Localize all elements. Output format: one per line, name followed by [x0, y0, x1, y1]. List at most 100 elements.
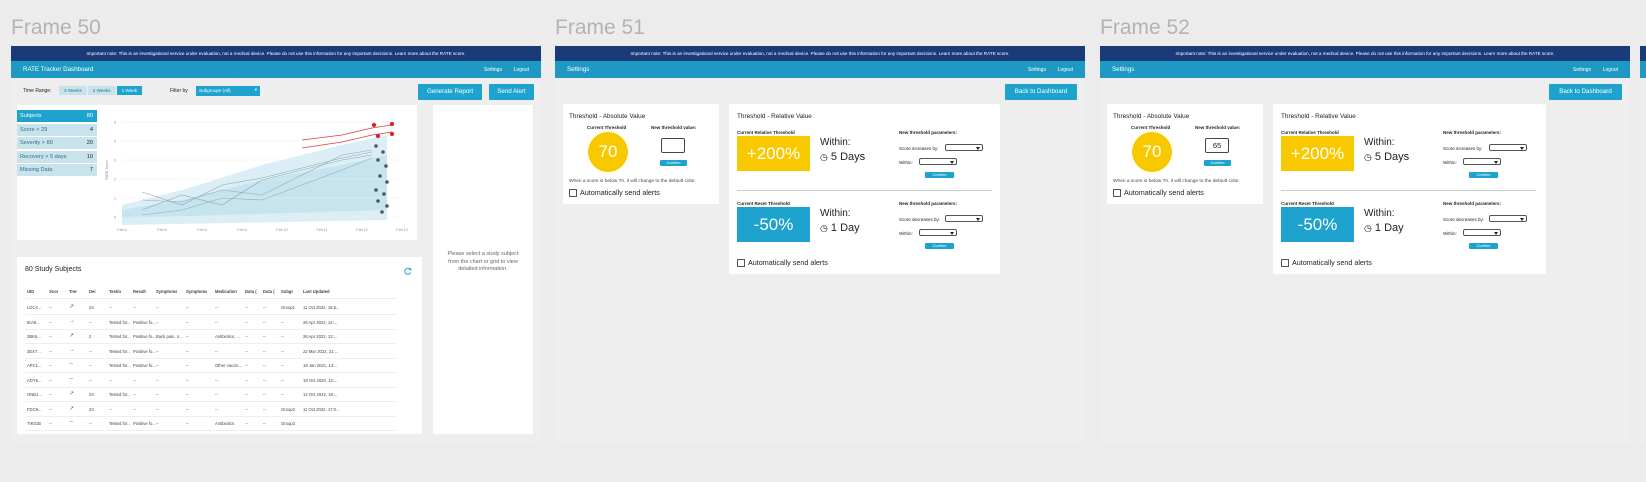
table-cell: --	[263, 392, 266, 397]
score-decreases-select[interactable]	[945, 215, 983, 222]
table-cell: --	[245, 406, 248, 412]
table-row[interactable]: APC1... -- -- -- Tested for... Positive fo...…	[25, 359, 397, 373]
column-header[interactable]: Result	[133, 289, 146, 294]
column-header[interactable]: Data (	[263, 289, 275, 294]
table-cell: --	[49, 305, 52, 310]
reset-within-select[interactable]	[919, 229, 957, 236]
checkbox-icon[interactable]	[737, 259, 745, 268]
table-row[interactable]: 3BK6... -- ↗ 2 Tested for... Positive fo... Ba…	[25, 330, 397, 344]
score-decreases-select[interactable]	[1489, 215, 1527, 222]
auto-alerts-checkbox[interactable]: Automatically send alerts	[1281, 258, 1372, 268]
column-header[interactable]: Symptoms	[186, 289, 207, 294]
sidebar-item[interactable]: Subjects 80	[17, 110, 97, 123]
score-increases-select[interactable]	[1489, 144, 1527, 151]
filter-select[interactable]: Subgroups (All) ▾	[196, 86, 260, 96]
table-cell: --	[215, 319, 218, 325]
table-cell: --	[281, 334, 284, 339]
score-increases-select[interactable]	[945, 144, 983, 151]
sidebar-item[interactable]: Severity > 80 20	[17, 137, 97, 150]
send-alert-button[interactable]: Send Alert	[489, 84, 534, 100]
logout-link[interactable]: Logout	[1603, 67, 1618, 73]
checkbox-icon[interactable]	[1281, 259, 1289, 268]
table-cell: --	[186, 377, 189, 383]
checkbox-icon[interactable]	[1113, 189, 1121, 198]
data-point	[378, 174, 382, 178]
rel-within-select[interactable]	[1463, 158, 1501, 165]
range-1-week[interactable]: 1 Week	[116, 86, 143, 95]
confirm-button[interactable]: Confirm	[1204, 160, 1231, 166]
table-row[interactable]: LDC4... -- ↗ 23 -- -- -- -- -- -- -- Group1 11 Oct 2…	[25, 301, 397, 315]
table-cell: --	[49, 363, 52, 368]
table-cell: --	[263, 305, 266, 310]
column-header[interactable]: Last Updated	[303, 289, 330, 294]
confirm-button[interactable]: Confirm	[660, 160, 687, 166]
table-row[interactable]: ADY5... -- -- -- -- -- -- -- -- -- -- -- 19 Oct 2020…	[25, 374, 397, 388]
auto-alerts-checkbox[interactable]: Automatically send alerts	[1113, 188, 1204, 198]
app-bar-edge	[1640, 61, 1646, 78]
app-title: Settings	[1112, 66, 1135, 73]
back-to-dashboard-button[interactable]: Back to Dashboard	[1549, 84, 1622, 100]
rel-confirm-button[interactable]: Confirm	[925, 172, 954, 178]
range-2-weeks[interactable]: 2 Weeks	[87, 86, 116, 95]
table-cell: --	[156, 319, 159, 325]
sidebar-item-label: Missing Data	[20, 167, 53, 173]
rel-value-box: +200%	[737, 136, 810, 171]
settings-link[interactable]: Settings	[484, 67, 502, 73]
settings-link[interactable]: Settings	[1028, 67, 1046, 73]
sidebar-item[interactable]: Recovery > 5 days 10	[17, 150, 97, 164]
table-cell: →	[69, 317, 75, 324]
column-header[interactable]: Subgr	[281, 289, 293, 294]
table-cell: --	[245, 392, 248, 397]
table-cell: --	[49, 319, 52, 325]
column-header[interactable]: Data (	[245, 289, 257, 294]
current-threshold-circle: 70	[1132, 132, 1172, 172]
y-tick-label: 5	[114, 121, 116, 125]
table-row[interactable]: ONB1... -- ↗ 23 Tested for... -- -- -- -- -- -- -- 1…	[25, 388, 397, 402]
column-header[interactable]: Testin	[109, 289, 121, 294]
auto-alerts-checkbox[interactable]: Automatically send alerts	[569, 188, 660, 198]
logout-link[interactable]: Logout	[514, 67, 529, 73]
column-header[interactable]: UID	[27, 289, 34, 294]
table-cell: 26 Apr 2022, 13:...	[303, 334, 338, 339]
table-cell: 23	[89, 305, 94, 310]
rel-confirm-button[interactable]: Confirm	[1469, 172, 1498, 178]
sidebar-item[interactable]: Score > 29 4	[17, 123, 97, 137]
table-row[interactable]: IEA8... -- → -- Tested for... Positive fo... -…	[25, 316, 397, 330]
range-3-weeks[interactable]: 3 Weeks	[59, 86, 87, 95]
new-threshold-input[interactable]	[661, 138, 685, 153]
reset-confirm-button[interactable]: Confirm	[925, 243, 954, 249]
table-cell: LDC4...	[27, 305, 42, 310]
reset-within-select[interactable]	[1463, 229, 1501, 236]
auto-alerts-checkbox[interactable]: Automatically send alerts	[737, 258, 828, 268]
checkbox-icon[interactable]	[569, 189, 577, 198]
column-header[interactable]: Scor	[49, 289, 58, 294]
table-row[interactable]: 3EX7... -- → -- Tested for... Positive fo... -…	[25, 345, 397, 359]
current-threshold-value: 70	[598, 142, 618, 161]
column-header[interactable]: Symptoms	[156, 289, 177, 294]
settings-link[interactable]: Settings	[1573, 67, 1591, 73]
table-cell: --	[109, 406, 112, 412]
column-header[interactable]: Dei	[89, 289, 96, 294]
trend-chart[interactable]: 5 4 3 2 1 0 RATE Score Feb 6 Feb 8 Feb 9 Feb 9 Feb …	[102, 110, 412, 234]
refresh-icon[interactable]	[404, 267, 412, 275]
rel-title: Threshold - Relative Value	[737, 113, 812, 120]
table-cell: Positive fo...	[133, 319, 156, 325]
table-cell: FDC8...	[27, 406, 42, 412]
column-header[interactable]: Trer	[69, 289, 77, 294]
new-threshold-label: New threshold value:	[651, 125, 697, 130]
logout-link[interactable]: Logout	[1058, 67, 1073, 73]
back-to-dashboard-button[interactable]: Back to Dashboard	[1005, 84, 1077, 100]
table-row[interactable]: TIK01B -- -- -- Tested for... Positive fo... -…	[25, 417, 397, 431]
new-threshold-input[interactable]: 65	[1205, 138, 1229, 153]
column-header[interactable]: Medication	[215, 289, 237, 294]
table-row[interactable]: FDC8... -- ↗ 23 -- -- -- -- -- -- -- Group2 11 Oct 2…	[25, 403, 397, 417]
current-threshold-circle: 70	[588, 132, 628, 172]
reset-confirm-button[interactable]: Confirm	[1469, 243, 1498, 249]
new-params-label: New threshold parameters:	[899, 201, 958, 206]
table-cell: Tested for...	[109, 421, 131, 426]
sidebar-item[interactable]: Missing Data 7	[17, 164, 97, 177]
frame-title-50: Frame 50	[11, 16, 101, 39]
alert-point	[371, 122, 377, 128]
rel-within-select[interactable]	[919, 158, 957, 165]
generate-report-button[interactable]: Generate Report	[418, 84, 482, 100]
